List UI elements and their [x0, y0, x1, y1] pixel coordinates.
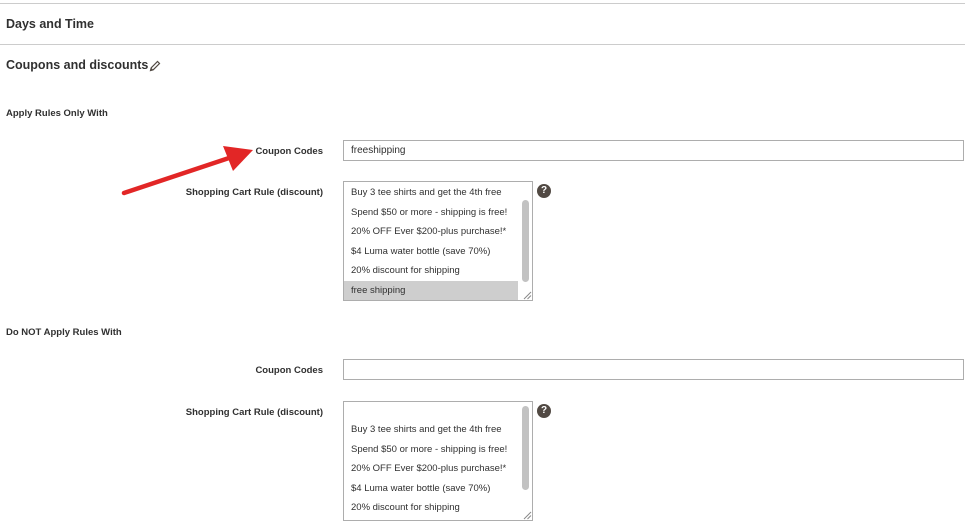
red-arrow-annotation: [121, 146, 253, 196]
